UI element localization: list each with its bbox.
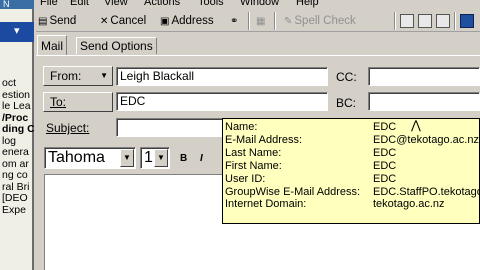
cc-label: CC: [336,70,357,84]
spell-check-button[interactable]: ✎ Spell Check [284,13,356,29]
background-list-item[interactable]: om ar [0,159,34,171]
menu-tools[interactable]: Tools [198,0,224,8]
attach-button[interactable]: ⚭ [230,13,240,29]
menu-view[interactable]: View [104,0,128,8]
background-item-list: oct estion le Lea/Proc ding Clog enera om ar n… [0,78,34,216]
background-list-item[interactable]: ding C [0,124,34,136]
chevron-down-icon[interactable]: ▼ [154,149,168,167]
tooltip-value: EDC [373,172,397,185]
cancel-button[interactable]: ✕ Cancel [100,13,146,29]
italic-button[interactable]: I [200,153,203,164]
tooltip-label: Name: [225,121,258,133]
address-book-icon: ▣ [160,16,170,27]
background-list-item[interactable]: estion [0,90,34,102]
background-list-item[interactable]: log [0,136,34,148]
tab-divider [36,55,480,56]
tooltip-value: EDC [373,159,397,172]
bc-field[interactable] [368,92,480,111]
bc-label: BC: [336,96,357,110]
menu-actions[interactable]: Actions [144,0,180,8]
tooltip-label: First Name: [225,159,282,172]
chevron-down-icon[interactable]: ▾ [14,24,20,37]
background-list-item[interactable]: ng co [0,170,34,182]
toolbar-icon-button[interactable] [460,14,474,28]
tooltip-value: EDC [373,146,397,159]
menu-file[interactable]: File [40,0,58,8]
cc-field[interactable] [368,67,480,86]
background-window-title: N [3,0,10,9]
toolbar-separator [454,12,456,30]
toolbar-separator [248,12,250,30]
toolbar-icon-button[interactable] [436,14,450,28]
toolbar-disabled-button[interactable]: ▦ [256,13,267,29]
to-button[interactable]: To: [43,92,113,112]
address-button[interactable]: ▣ Address [160,13,214,29]
toolbar-icon-button[interactable] [400,14,414,28]
bold-button[interactable]: B [180,153,187,164]
from-field[interactable]: Leigh Blackall [116,67,328,86]
background-list-item[interactable]: enera [0,147,34,159]
toolbar-icon-button[interactable] [418,14,432,28]
cancel-icon: ✕ [100,16,109,27]
background-window-titlebar: N [0,0,34,9]
tooltip-label: E-Mail Address: [225,133,303,146]
background-list-item[interactable]: /Proc [0,113,34,125]
tooltip-label: Internet Domain: [225,198,307,211]
menu-edit[interactable]: Edit [70,0,89,8]
background-list-item[interactable]: Expe [0,205,34,217]
tooltip-label: User ID: [225,172,266,185]
toolbar-separator [274,12,276,30]
tooltip-value: EDC@tekotago.ac.nz [373,133,479,146]
font-size-select[interactable]: 1 ▼ [140,147,170,169]
tooltip-value: tekotago.ac.nz [373,198,445,211]
toolbar-separator [394,12,396,30]
background-list-item[interactable]: ral Bri [0,182,34,194]
font-size-value: 1 [144,149,153,166]
attach-icon: ⚭ [230,16,239,27]
menu-window[interactable]: Window [240,0,279,8]
send-button[interactable]: ▤ Send [38,13,76,29]
send-icon: ▤ [38,16,48,27]
background-window: N ▾ oct estion le Lea/Proc ding Clog enera om… [0,0,34,270]
tab-send-options[interactable]: Send Options [76,37,157,54]
tooltip-label: Last Name: [225,146,282,159]
menu-bar: File Edit View Actions Tools Window Help [36,0,480,9]
disabled-tool-icon: ▦ [256,16,266,27]
spell-check-icon: ✎ [284,16,293,27]
tooltip-value: EDC.StaffPO.tekotago [373,185,480,198]
address-tooltip: Name: EDC E-Mail Address: EDC@tekotago.ac.n… [222,118,480,224]
tab-mail[interactable]: Mail [37,35,68,55]
font-select-value: Tahoma [48,149,105,166]
menu-help[interactable]: Help [296,0,319,8]
subject-label: Subject: [46,121,90,135]
tab-strip: Mail Send Options [36,33,480,55]
from-button[interactable]: From: ▼ [43,66,113,86]
tooltip-label: GroupWise E-Mail Address: [225,185,361,198]
background-list-item[interactable]: oct [0,78,34,90]
text-cursor-icon: ⋀ [411,118,421,132]
to-field[interactable]: EDC [116,92,328,111]
chevron-down-icon[interactable]: ▼ [120,149,134,167]
background-list-item[interactable]: le Lea [0,101,34,113]
background-list-item[interactable]: [DEO [0,193,34,205]
chevron-down-icon: ▼ [100,71,108,80]
font-select[interactable]: Tahoma ▼ [44,147,136,169]
tooltip-value: EDC [373,121,397,133]
toolbar: ▤ Send ✕ Cancel ▣ Address ⚭ ▦ ✎ Spell Check [36,10,480,32]
background-window-selected-band[interactable]: ▾ [0,22,34,42]
